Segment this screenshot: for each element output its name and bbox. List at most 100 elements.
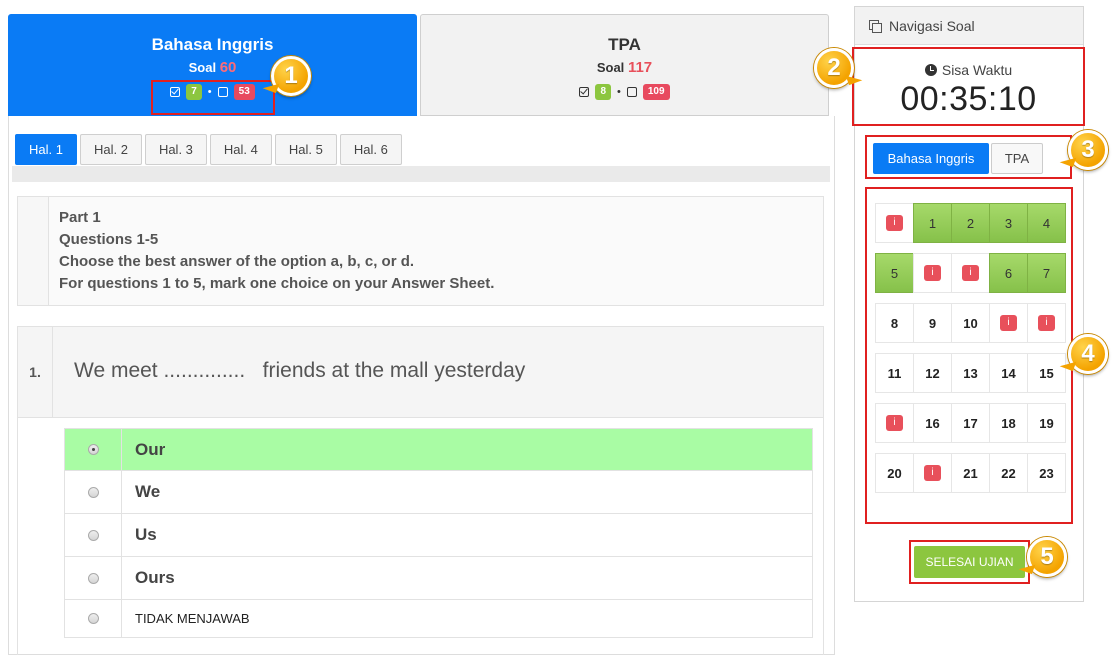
question-cell[interactable]: 4: [1027, 203, 1066, 243]
radio-cell: [65, 471, 122, 513]
question-cell[interactable]: 6: [989, 253, 1028, 293]
question-cell[interactable]: 7: [1027, 253, 1066, 293]
radio-cell: [65, 429, 122, 470]
timer-label: Sisa Waktu: [941, 62, 1013, 78]
page-tab-2[interactable]: Hal. 2: [79, 134, 142, 165]
option-label: We: [135, 482, 161, 501]
page-tab-3[interactable]: Hal. 3: [144, 134, 207, 165]
tab-divider-strip: [12, 166, 830, 182]
callout-3: 3: [1068, 130, 1108, 170]
question-cell-flagged[interactable]: i: [913, 253, 952, 293]
grid-row: 5ii67: [875, 253, 1066, 293]
info-badge-icon: i: [886, 415, 903, 431]
subject-stats: 8 • 109: [421, 84, 828, 100]
soal-label: Soal: [596, 60, 625, 75]
question-cell[interactable]: 12: [913, 353, 952, 393]
callout-5: 5: [1027, 537, 1067, 577]
question-cell-flagged[interactable]: i: [913, 453, 952, 493]
timer-label-row: Sisa Waktu: [854, 62, 1083, 78]
subject-tab-tpa[interactable]: TPA Soal 117 8 • 109: [420, 14, 829, 116]
info-badge-icon: i: [1038, 315, 1055, 331]
stat-separator: •: [617, 86, 621, 98]
callout-1: 1: [271, 56, 311, 96]
timer-box: Sisa Waktu 00:35:10: [852, 47, 1085, 126]
answered-count-badge: 8: [595, 84, 611, 100]
question-cell[interactable]: 3: [989, 203, 1028, 243]
option-label: Us: [135, 525, 157, 544]
question-number: 1.: [18, 327, 53, 417]
question-grid: i 1 2 3 4 5 i i 6 7 8 9 10 i i 11 12 13 14 15 i 16 17 18 19 20 i 21…: [865, 187, 1073, 524]
question-cell[interactable]: 2: [951, 203, 990, 243]
question-cell[interactable]: 16: [913, 403, 952, 443]
answer-option-a[interactable]: Our: [64, 428, 813, 471]
unanswered-count-badge: 109: [642, 84, 670, 100]
radio-cell: [65, 600, 122, 637]
instructions-box: Part 1 Questions 1-5 Choose the best ans…: [17, 196, 824, 306]
timer-value: 00:35:10: [900, 80, 1037, 118]
question-cell[interactable]: 15: [1027, 353, 1066, 393]
callout-2: 2: [814, 48, 854, 88]
question-cell[interactable]: 9: [913, 303, 952, 343]
subject-soal-count: Soal 60: [9, 59, 416, 76]
instruction-line: For questions 1 to 5, mark one choice on…: [59, 275, 495, 292]
question-cell[interactable]: 5: [875, 253, 914, 293]
question-cell[interactable]: 23: [1027, 453, 1066, 493]
question-cell[interactable]: 1: [913, 203, 952, 243]
radio-button[interactable]: [87, 529, 99, 541]
radio-button[interactable]: [87, 444, 99, 455]
radio-cell: [65, 514, 122, 556]
info-badge-icon: i: [924, 465, 941, 481]
radio-cell: [65, 557, 122, 599]
question-cell-flagged[interactable]: i: [989, 303, 1028, 343]
info-badge-icon: i: [1000, 315, 1017, 331]
page-tab-5[interactable]: Hal. 5: [274, 134, 337, 165]
page-tab-1[interactable]: Hal. 1: [15, 134, 77, 165]
answer-option-none[interactable]: TIDAK MENJAWAB: [64, 600, 813, 638]
question-cell[interactable]: 19: [1027, 403, 1066, 443]
question-row: 1. We meet .............. friends at the…: [17, 326, 824, 418]
radio-button[interactable]: [87, 613, 99, 624]
question-cell[interactable]: 22: [989, 453, 1028, 493]
question-cell[interactable]: 17: [951, 403, 990, 443]
grid-row: 8 9 10 i i: [875, 303, 1066, 343]
option-label: Ours: [135, 568, 175, 587]
sidebar-tab-bahasa-inggris[interactable]: Bahasa Inggris: [873, 143, 989, 174]
answer-options: Our We Us Ours TIDAK MENJAWAB: [17, 418, 824, 655]
question-cell[interactable]: 20: [875, 453, 914, 493]
radio-button[interactable]: [87, 486, 99, 498]
question-cell[interactable]: 8: [875, 303, 914, 343]
page-tab-6[interactable]: Hal. 6: [339, 134, 402, 165]
info-badge-icon: i: [886, 215, 903, 231]
sidebar-tab-tpa[interactable]: TPA: [991, 143, 1043, 174]
soal-count: 117: [627, 59, 653, 76]
radio-button[interactable]: [87, 572, 99, 584]
page-tab-4[interactable]: Hal. 4: [209, 134, 272, 165]
answer-option-c[interactable]: Us: [64, 514, 813, 557]
subject-soal-count: Soal 117: [421, 59, 828, 76]
question-panel: Hal. 1 Hal. 2 Hal. 3 Hal. 4 Hal. 5 Hal. …: [8, 116, 835, 655]
soal-label: Soal: [188, 60, 217, 75]
callout-4: 4: [1068, 334, 1108, 374]
copy-icon: [869, 19, 882, 33]
question-cell[interactable]: 18: [989, 403, 1028, 443]
stats-highlight-box: [151, 80, 275, 115]
answer-option-b[interactable]: We: [64, 471, 813, 514]
question-cell[interactable]: 14: [989, 353, 1028, 393]
question-cell-flagged[interactable]: i: [875, 403, 914, 443]
question-cell-flagged[interactable]: i: [875, 203, 914, 243]
instruction-line: Part 1: [59, 209, 101, 226]
question-cell[interactable]: 10: [951, 303, 990, 343]
grid-row: 11 12 13 14 15: [875, 353, 1066, 393]
question-cell[interactable]: 21: [951, 453, 990, 493]
subject-title: Bahasa Inggris: [151, 35, 274, 54]
answer-option-d[interactable]: Ours: [64, 557, 813, 600]
question-cell-flagged[interactable]: i: [951, 253, 990, 293]
empty-box-icon: [626, 87, 637, 97]
option-label: TIDAK MENJAWAB: [135, 611, 250, 626]
question-cell[interactable]: 11: [875, 353, 914, 393]
option-label: Our: [135, 439, 166, 459]
clock-icon: [924, 64, 937, 76]
finish-exam-button[interactable]: SELESAI UJIAN: [914, 546, 1025, 578]
question-cell-flagged[interactable]: i: [1027, 303, 1066, 343]
question-cell[interactable]: 13: [951, 353, 990, 393]
